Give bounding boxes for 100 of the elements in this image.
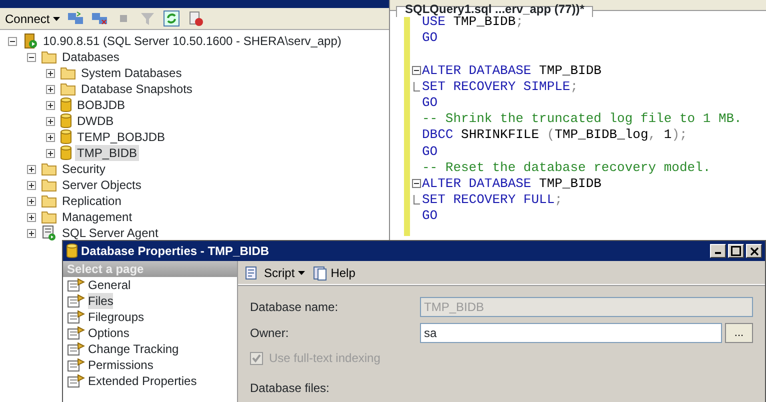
page-list-item[interactable]: Filegroups bbox=[88, 309, 144, 325]
folder-icon bbox=[41, 194, 57, 208]
maximize-icon bbox=[731, 246, 741, 256]
tree-item[interactable]: Replication bbox=[60, 193, 124, 209]
code-line: -- Reset the database recovery model. bbox=[422, 160, 711, 176]
page-list-item[interactable]: Permissions bbox=[88, 357, 154, 373]
expand-toggle[interactable] bbox=[8, 36, 17, 46]
refresh-icon[interactable] bbox=[162, 10, 180, 27]
caret-icon bbox=[52, 16, 60, 20]
expand-toggle[interactable] bbox=[27, 180, 36, 190]
expand-toggle[interactable] bbox=[46, 148, 55, 158]
tree-item[interactable]: System Databases bbox=[79, 65, 184, 81]
tree-item[interactable]: TEMP_BOBJDB bbox=[75, 129, 168, 145]
maximize-button[interactable] bbox=[728, 244, 744, 258]
close-button[interactable] bbox=[746, 244, 762, 258]
tree-item[interactable]: Server Objects bbox=[60, 177, 144, 193]
pane-header: Select a page bbox=[63, 261, 237, 277]
fold-line-icon bbox=[412, 82, 420, 92]
page-list-item[interactable]: General bbox=[88, 277, 131, 293]
page-list-item[interactable]: Files bbox=[88, 293, 114, 309]
dialog-title: Database Properties - TMP_BIDB bbox=[81, 243, 270, 260]
help-button[interactable]: Help bbox=[310, 264, 358, 282]
database-icon bbox=[66, 243, 78, 259]
expand-toggle[interactable] bbox=[27, 212, 36, 222]
tree-item[interactable]: Management bbox=[60, 209, 134, 225]
plus-icon bbox=[48, 70, 53, 76]
page-icon bbox=[67, 342, 85, 356]
folder-icon bbox=[60, 66, 76, 80]
code-line: USE TMP_BIDB; bbox=[422, 14, 524, 30]
plus-icon bbox=[29, 214, 34, 220]
expand-toggle[interactable] bbox=[46, 100, 55, 110]
database-icon bbox=[60, 97, 72, 113]
tree-item[interactable]: DWDB bbox=[75, 113, 116, 129]
expand-toggle[interactable] bbox=[27, 164, 36, 174]
page-icon bbox=[67, 294, 85, 308]
disconnect-icon[interactable] bbox=[90, 10, 108, 27]
tree-item[interactable]: Database Snapshots bbox=[79, 81, 194, 97]
caret-icon bbox=[298, 270, 305, 274]
folder-icon bbox=[60, 82, 76, 96]
tree-item[interactable]: BOBJDB bbox=[75, 97, 128, 113]
connect-button[interactable]: Connect bbox=[3, 10, 62, 28]
script-icon[interactable] bbox=[186, 10, 204, 27]
tree-item[interactable]: Security bbox=[60, 161, 108, 177]
code-line: GO bbox=[422, 94, 438, 112]
page-list-item[interactable]: Change Tracking bbox=[88, 341, 179, 357]
document-icon bbox=[41, 225, 57, 241]
expand-toggle[interactable] bbox=[46, 132, 55, 142]
page-list-item[interactable]: Extended Properties bbox=[88, 373, 197, 389]
plus-icon bbox=[48, 86, 53, 92]
page-icon bbox=[67, 310, 85, 324]
expand-toggle[interactable] bbox=[27, 196, 36, 206]
plus-icon bbox=[29, 230, 34, 236]
database-icon bbox=[60, 145, 72, 161]
minus-icon bbox=[29, 56, 34, 58]
minimize-icon bbox=[715, 252, 721, 254]
code-line: ALTER DATABASE TMP_BIDB bbox=[422, 62, 602, 79]
tree-item[interactable]: SQL Server Agent bbox=[60, 225, 160, 241]
page-list-item[interactable]: Options bbox=[88, 325, 130, 341]
script-button[interactable]: Script bbox=[241, 264, 307, 282]
expand-toggle[interactable] bbox=[46, 68, 55, 78]
close-icon bbox=[750, 246, 758, 256]
expand-toggle[interactable] bbox=[27, 52, 36, 62]
code-line: SET RECOVERY FULL; bbox=[422, 192, 562, 208]
text-field[interactable]: sa bbox=[420, 323, 722, 343]
checkbox-label: Use full-text indexing bbox=[269, 350, 380, 367]
field-label: Owner: bbox=[250, 325, 290, 342]
plus-icon bbox=[48, 102, 53, 108]
folder-icon bbox=[41, 210, 57, 224]
folder-icon bbox=[41, 50, 57, 64]
browse-button[interactable]: ... bbox=[725, 323, 753, 343]
expand-toggle[interactable] bbox=[46, 116, 55, 126]
page-icon bbox=[67, 358, 85, 372]
plus-icon bbox=[29, 166, 34, 172]
connect-icon[interactable] bbox=[66, 10, 84, 27]
server-icon bbox=[22, 33, 38, 49]
folder-icon bbox=[41, 162, 57, 176]
page-icon bbox=[67, 326, 85, 340]
section-label: Database files: bbox=[250, 380, 330, 397]
folder-icon bbox=[41, 178, 57, 192]
help-icon bbox=[312, 264, 328, 280]
minus-icon bbox=[10, 40, 15, 42]
plus-icon bbox=[29, 182, 34, 188]
page-icon bbox=[67, 374, 85, 388]
expand-toggle[interactable] bbox=[27, 228, 36, 238]
tree-item[interactable]: Databases bbox=[60, 49, 122, 65]
tree-item[interactable]: TMP_BIDB bbox=[75, 145, 140, 161]
tree-item[interactable]: 10.90.8.51 (SQL Server 10.50.1600 - SHERA\serv_app) bbox=[41, 33, 344, 49]
field-label: Database name: bbox=[250, 299, 340, 316]
collapse-icon[interactable] bbox=[412, 179, 420, 188]
code-line: -- Shrink the truncated log file to 1 MB. bbox=[422, 111, 742, 128]
code-line: GO bbox=[422, 144, 438, 160]
editor-tab[interactable]: SQLQuery1.sql ...erv_app (77))* bbox=[396, 6, 594, 17]
plus-icon bbox=[48, 118, 53, 124]
collapse-icon[interactable] bbox=[412, 66, 420, 76]
expand-toggle[interactable] bbox=[46, 84, 55, 94]
plus-icon bbox=[48, 134, 53, 140]
code-line: DBCC SHRINKFILE (TMP_BIDB_log, 1); bbox=[422, 127, 688, 144]
minimize-button[interactable] bbox=[710, 244, 726, 258]
plus-icon bbox=[29, 198, 34, 204]
page-icon bbox=[67, 278, 85, 292]
